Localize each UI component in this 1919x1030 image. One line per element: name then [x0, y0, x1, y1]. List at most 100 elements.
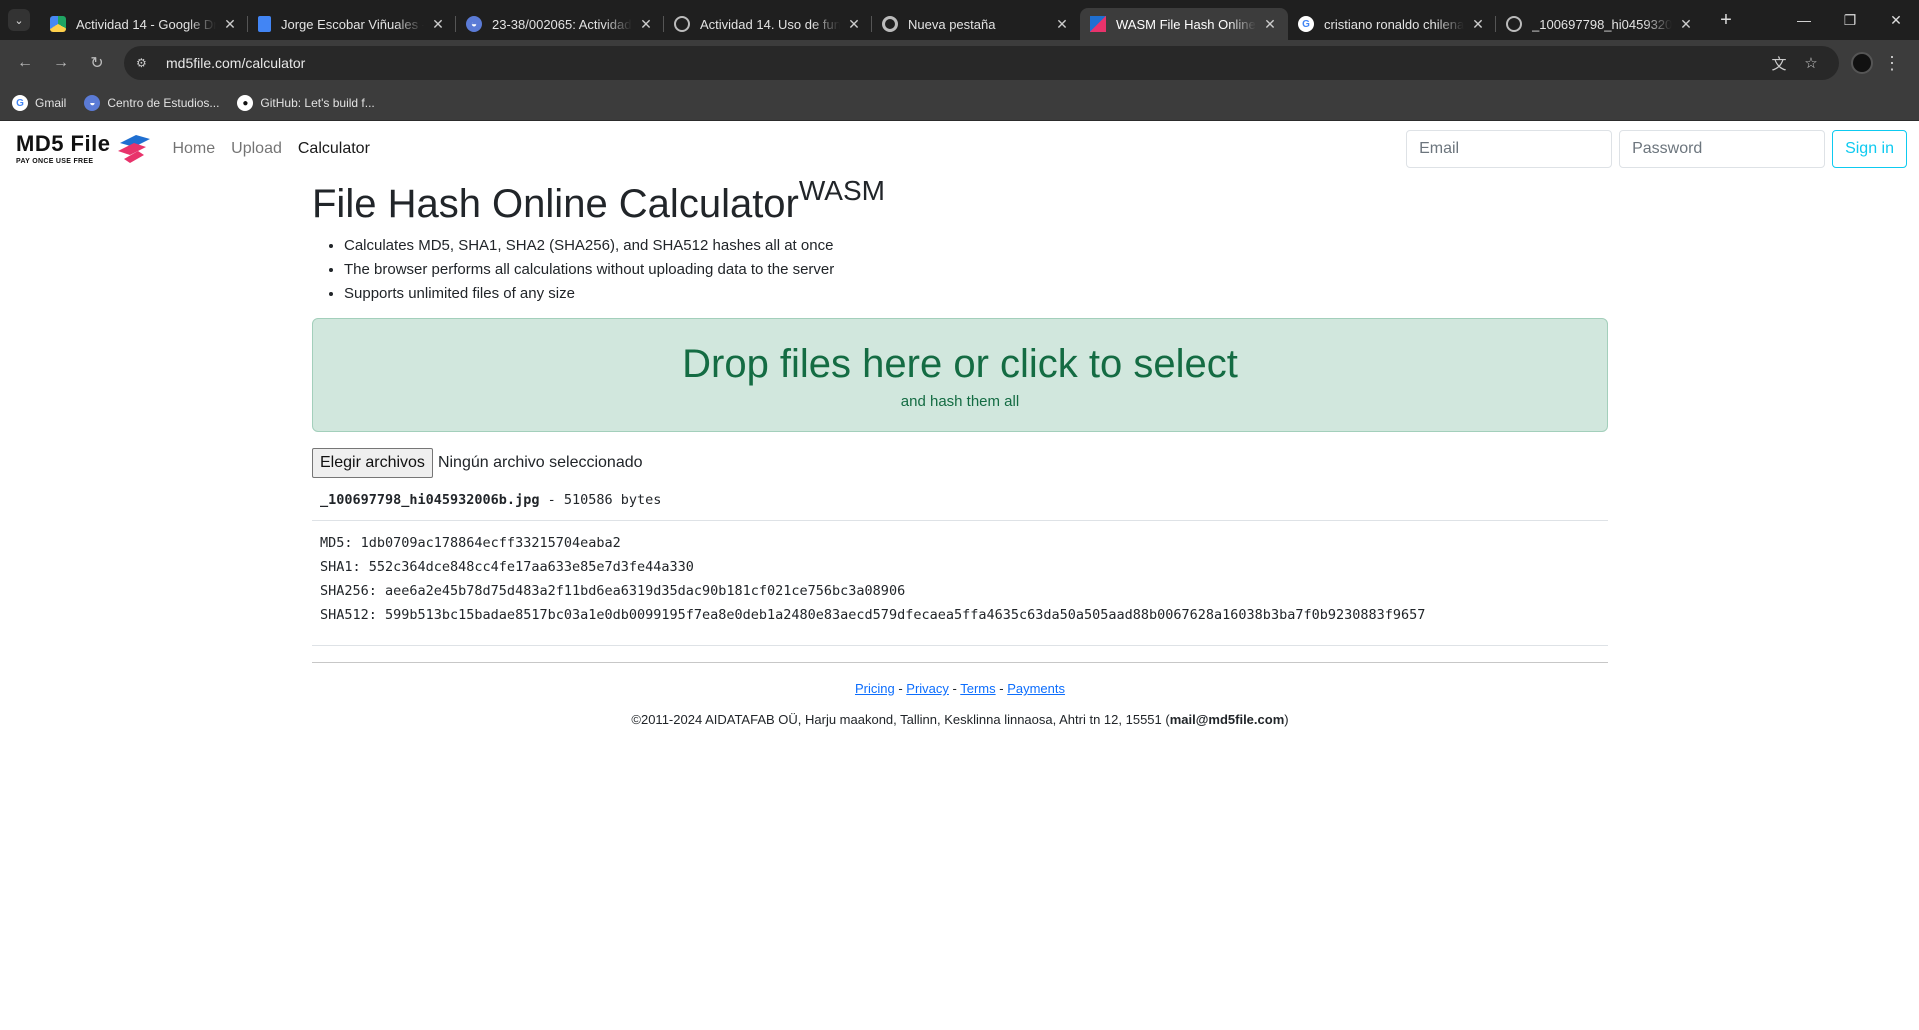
brand-logo-link[interactable]: MD5 File PAY ONCE USE FREE [16, 133, 152, 165]
nav-links: Home Upload Calculator [164, 140, 377, 158]
brand-text: MD5 File PAY ONCE USE FREE [16, 131, 111, 166]
omnibox[interactable]: ⚙ md5file.com/calculator 文 ☆ [124, 46, 1839, 80]
close-icon[interactable]: ✕ [222, 16, 238, 33]
window-controls: — ❐ ✕ [1781, 0, 1919, 40]
globe-icon [674, 16, 690, 32]
new-tab-button[interactable]: + [1712, 9, 1740, 32]
file-dropzone[interactable]: Drop files here or click to select and h… [312, 318, 1608, 432]
globe-icon [1506, 16, 1522, 32]
nav-calculator-link[interactable]: Calculator [290, 140, 378, 158]
hash-values: MD5: 1db0709ac178864ecff33215704eaba2 SH… [312, 521, 1608, 627]
address-bar-row: ← → ↻ ⚙ md5file.com/calculator 文 ☆ ⋮ [0, 40, 1919, 86]
tab-title: cristiano ronaldo chilena [1324, 16, 1464, 32]
brand-name: MD5 File [16, 131, 111, 156]
nav-upload-link[interactable]: Upload [223, 140, 290, 158]
tab-title: Nueva pestaña [908, 16, 996, 32]
sha1-hash: SHA1: 552c364dce848cc4fe17aa633e85e7d3fe… [320, 559, 694, 575]
star-icon[interactable]: ☆ [1795, 54, 1827, 72]
choose-files-button[interactable]: Elegir archivos [312, 448, 433, 478]
feature-list: Calculates MD5, SHA1, SHA2 (SHA256), and… [344, 234, 1608, 306]
feature-item: Supports unlimited files of any size [344, 282, 1608, 306]
menu-icon[interactable]: ⋮ [1877, 53, 1907, 74]
page-title-text: File Hash Online Calculator [312, 182, 799, 226]
site-navbar: MD5 File PAY ONCE USE FREE Home Upload C… [0, 121, 1919, 177]
tab-title: WASM File Hash Online C [1116, 16, 1256, 32]
google-drive-icon [50, 16, 66, 32]
feature-item: Calculates MD5, SHA1, SHA2 (SHA256), and… [344, 234, 1608, 258]
md5file-icon [1090, 16, 1106, 32]
url-text[interactable]: md5file.com/calculator [166, 55, 1763, 71]
divider [312, 645, 1608, 646]
tab-actividad-drive[interactable]: Actividad 14 - Google Dri ✕ [40, 8, 248, 40]
bookmark-centro-estudios[interactable]: ◒ Centro de Estudios... [84, 95, 219, 111]
moodle-icon: ◒ [84, 95, 101, 111]
browser-tab-bar: ⌄ Actividad 14 - Google Dri ✕ Jorge Esco… [0, 0, 1919, 40]
bookmarks-bar: G Gmail ◒ Centro de Estudios... ● GitHub… [0, 86, 1919, 121]
footer-links: Pricing - Privacy - Terms - Payments [312, 681, 1608, 696]
main-content: File Hash Online CalculatorWASM Calculat… [312, 175, 1608, 727]
close-icon[interactable]: ✕ [846, 16, 862, 33]
nav-home-link[interactable]: Home [164, 140, 223, 158]
bookmark-label: Gmail [35, 96, 67, 110]
copyright-text: ©2011-2024 AIDATAFAB OÜ, Harju maakond, … [631, 712, 1170, 727]
forward-button[interactable]: → [44, 46, 78, 80]
sign-in-button[interactable]: Sign in [1832, 130, 1907, 168]
tab-actividad-funciones[interactable]: Actividad 14. Uso de func ✕ [664, 8, 872, 40]
file-status-text: Ningún archivo seleccionado [437, 454, 643, 471]
login-form: Sign in [1399, 130, 1907, 168]
page-title-superscript: WASM [798, 175, 885, 206]
tab-title: Jorge Escobar Viñuales - A [281, 16, 424, 32]
email-field[interactable] [1406, 130, 1613, 168]
password-field[interactable] [1619, 130, 1826, 168]
tab-google-search[interactable]: G cristiano ronaldo chilena ✕ [1288, 8, 1496, 40]
sha256-hash: SHA256: aee6a2e45b78d75d483a2f11bd6ea631… [320, 583, 906, 599]
window-close-button[interactable]: ✕ [1873, 0, 1919, 40]
site-info-icon[interactable]: ⚙ [136, 56, 154, 70]
bookmark-github[interactable]: ● GitHub: Let's build f... [237, 95, 375, 111]
reload-button[interactable]: ↻ [80, 46, 114, 80]
restore-button[interactable]: ❐ [1827, 0, 1873, 40]
tab-wasm-hash[interactable]: WASM File Hash Online C ✕ [1080, 8, 1288, 40]
close-icon[interactable]: ✕ [1262, 16, 1278, 33]
copyright-close: ) [1284, 712, 1289, 727]
page-title: File Hash Online CalculatorWASM [312, 175, 1608, 228]
feature-item: The browser performs all calculations wi… [344, 258, 1608, 282]
tab-image-file[interactable]: _100697798_hi04593200 ✕ [1496, 8, 1704, 40]
back-button[interactable]: ← [8, 46, 42, 80]
dropzone-subtitle: and hash them all [900, 393, 1020, 410]
close-icon[interactable]: ✕ [1470, 16, 1486, 33]
tab-search-button[interactable]: ⌄ [8, 9, 30, 31]
tab-title: _100697798_hi04593200 [1532, 16, 1672, 32]
close-icon[interactable]: ✕ [638, 16, 654, 33]
chrome-icon [882, 16, 898, 32]
hash-result: _100697798_hi045932006b.jpg - 510586 byt… [312, 488, 1608, 646]
close-icon[interactable]: ✕ [1054, 16, 1070, 33]
contact-email[interactable]: mail@md5file.com [1170, 712, 1285, 727]
profile-avatar[interactable] [1851, 52, 1873, 74]
minimize-button[interactable]: — [1781, 0, 1827, 40]
md5file-logo-icon [118, 135, 151, 163]
tab-moodle-actividad[interactable]: ◒ 23-38/002065: Actividad 1 ✕ [456, 8, 664, 40]
translate-icon[interactable]: 文 [1763, 53, 1795, 74]
google-icon: G [1298, 16, 1314, 32]
tab-title: Actividad 14 - Google Dri [76, 16, 216, 32]
payments-link[interactable]: Payments [1007, 681, 1065, 696]
tab-jorge-docs[interactable]: Jorge Escobar Viñuales - A ✕ [248, 8, 456, 40]
privacy-link[interactable]: Privacy [906, 681, 949, 696]
footer-divider [312, 662, 1608, 663]
close-icon[interactable]: ✕ [1678, 16, 1694, 33]
link-separator: - [995, 681, 1008, 696]
bookmark-gmail[interactable]: G Gmail [12, 95, 66, 111]
result-filename: _100697798_hi045932006b.jpg [320, 492, 540, 508]
footer-copyright: ©2011-2024 AIDATAFAB OÜ, Harju maakond, … [312, 712, 1608, 727]
dropzone-title: Drop files here or click to select [682, 342, 1238, 386]
tab-nueva-pestana[interactable]: Nueva pestaña ✕ [872, 8, 1080, 40]
web-page: MD5 File PAY ONCE USE FREE Home Upload C… [0, 121, 1919, 1030]
terms-link[interactable]: Terms [960, 681, 995, 696]
tab-strip: Actividad 14 - Google Dri ✕ Jorge Escoba… [40, 0, 1704, 40]
close-icon[interactable]: ✕ [430, 16, 446, 33]
md5-hash: MD5: 1db0709ac178864ecff33215704eaba2 [320, 535, 621, 551]
sha512-hash: SHA512: 599b513bc15badae8517bc03a1e0db00… [320, 607, 1426, 623]
file-input: Elegir archivos Ningún archivo seleccion… [312, 448, 1608, 478]
pricing-link[interactable]: Pricing [855, 681, 895, 696]
